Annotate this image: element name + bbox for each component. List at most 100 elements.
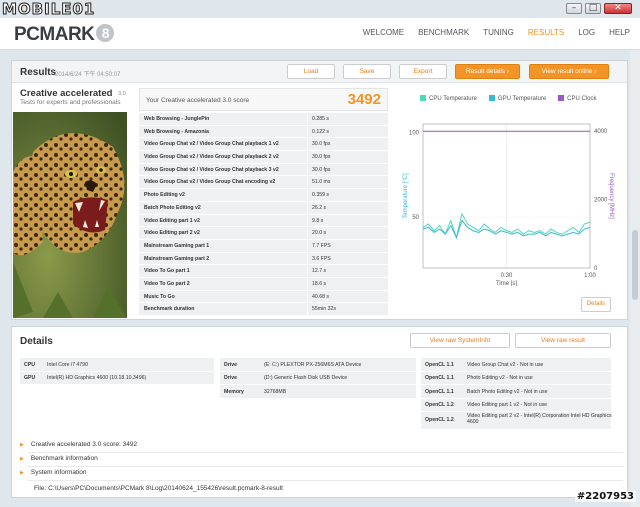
divider [28, 452, 623, 453]
expander-item[interactable]: ▶ Creative accelerated 3.0 score: 3492 [20, 441, 137, 448]
result-name: Video Group Chat v2 / Video Group Chat p… [144, 154, 279, 161]
row-divider [307, 176, 308, 189]
result-row: Video Editing part 2 v2 20.0 s [139, 227, 388, 240]
result-name: Video Group Chat v2 / Video Group Chat p… [144, 141, 279, 148]
result-file-path: File: C:\Users\PC\Documents\PCMark 8\Log… [34, 485, 283, 492]
result-row: Photo Editing v2 0.359 s [139, 189, 388, 202]
chart-details-button[interactable]: Details [581, 297, 611, 312]
nav-help[interactable]: HELP [609, 28, 630, 37]
details-value: Video Editing part 1 v2 - Not in use [467, 402, 548, 408]
pcmark-window: MOBILE01 – □ ✕ PCMARK 8 WELCOME BENCHMARK T… [0, 0, 640, 507]
details-key: Drive [224, 375, 237, 381]
maximize-button[interactable]: □ [585, 3, 601, 14]
view-raw-systeminfo-button[interactable]: View raw SystemInfo [410, 333, 510, 348]
result-row: Video Group Chat v2 / Video Group Chat p… [139, 151, 388, 164]
corner-tag: #2207953 [574, 491, 636, 502]
result-value: 12.7 s [312, 268, 327, 275]
result-details-button[interactable]: Result details › [455, 64, 520, 79]
view-raw-result-button[interactable]: View raw result [515, 333, 611, 348]
legend-swatch [558, 95, 565, 101]
result-value: 55min 32s [312, 306, 336, 313]
watermark: MOBILE01 [2, 0, 96, 19]
expander-item[interactable]: ▶ Benchmark information [20, 455, 98, 462]
legend-label: CPU Clock [567, 96, 597, 102]
details-value: Video Group Chat v2 - Not in use [467, 361, 544, 368]
row-divider [307, 277, 308, 290]
test-subtitle: Tests for experts and professionals [20, 99, 121, 106]
details-value: (D:) Generic Flash Disk USB Device [264, 375, 348, 381]
result-row: Music To Go 40.68 s [139, 290, 388, 304]
minimize-button[interactable]: – [566, 3, 582, 14]
details-key: GPU [24, 375, 36, 381]
legend-item[interactable]: CPU Temperature [420, 95, 477, 102]
row-divider [307, 252, 308, 265]
scrollbar[interactable] [630, 50, 640, 507]
result-row: Video To Go part 1 12.7 s [139, 265, 388, 278]
details-row: OpenCL 1.1 Photo Editing v2 - Not in use [421, 371, 611, 384]
y-tick-label: 100 [409, 130, 420, 136]
details-key: OpenCL 1.1 [425, 361, 454, 368]
result-row: Video Editing part 1 v2 9.8 s [139, 214, 388, 228]
view-result-online-button[interactable]: View result online › [529, 64, 609, 79]
load-button[interactable]: Load [287, 64, 335, 79]
result-row: Mainstream Gaming part 2 3.6 FPS [139, 252, 388, 266]
logo-text: PCMARK [14, 24, 95, 45]
chart-legend: CPU Temperature GPU Temperature CPU Clock [420, 95, 597, 102]
x-tick-label: 1:00 [584, 273, 596, 279]
result-name: Video Group Chat v2 / Video Group Chat e… [144, 179, 276, 186]
result-name: Video Editing part 1 v2 [144, 217, 200, 224]
expand-arrow-icon: ▶ [20, 442, 24, 448]
nav-results[interactable]: RESULTS [528, 28, 564, 37]
row-divider [307, 201, 308, 214]
nav-log[interactable]: LOG [578, 28, 595, 37]
result-row: Benchmark duration 55min 32s [139, 303, 388, 316]
legend-swatch [488, 95, 495, 101]
result-row: Video Group Chat v2 / Video Group Chat p… [139, 163, 388, 177]
result-name: Mainstream Gaming part 2 [144, 255, 210, 262]
details-value: Photo Editing v2 - Not in use [467, 375, 533, 381]
row-divider [307, 265, 308, 277]
result-name: Batch Photo Editing v2 [144, 204, 201, 211]
result-value: 26.2 s [312, 204, 327, 211]
result-name: Benchmark duration [144, 306, 195, 313]
expander-label: Creative accelerated 3.0 score: 3492 [30, 441, 138, 448]
result-value: 0.285 s [312, 116, 330, 122]
scrollbar-thumb[interactable] [632, 230, 638, 300]
details-value: Intel Core i7 4790 [47, 361, 88, 368]
details-key: CPU [24, 361, 35, 368]
result-name: Video Group Chat v2 / Video Group Chat p… [144, 166, 279, 173]
details-value: Batch Photo Editing v2 - Not in use [467, 388, 548, 395]
result-row: Web Browsing - Amazonia 0.122 s [139, 125, 388, 139]
y2-tick-label: 4000 [594, 129, 608, 135]
y2-axis-label: Frequency [MHz] [608, 173, 614, 219]
nav-benchmark[interactable]: BENCHMARK [418, 28, 469, 37]
details-key: Drive [224, 361, 237, 368]
details-row: OpenCL 1.1 Video Group Chat v2 - Not in u… [421, 358, 611, 371]
row-divider [307, 189, 308, 201]
legend-item[interactable]: GPU Temperature [488, 95, 546, 102]
row-divider [307, 113, 308, 125]
nav-welcome[interactable]: WELCOME [363, 28, 404, 37]
close-button[interactable]: ✕ [604, 3, 632, 14]
result-value: 7.7 FPS [312, 242, 331, 249]
details-key: OpenCL 1.1 [425, 375, 454, 381]
result-value: 30.0 fps [312, 141, 331, 148]
result-name: Video To Go part 2 [144, 280, 190, 287]
details-row: OpenCL 1.2 Video Editing part 1 v2 - Not … [421, 398, 611, 411]
score-label: Your Creative accelerated 3.0 score [146, 97, 250, 104]
result-row: Batch Photo Editing v2 26.2 s [139, 201, 388, 215]
details-row: Drive (D:) Generic Flash Disk USB Device [220, 371, 416, 384]
expander-item[interactable]: ▶ System information [20, 469, 87, 476]
export-button[interactable]: Export [399, 64, 447, 79]
monitoring-chart: 100 50 4000 2000 0 0:30 1:00 Time [s] Temperatur… [403, 123, 614, 286]
nav-tuning[interactable]: TUNING [483, 28, 514, 37]
expander-label: System information [30, 469, 87, 476]
main-nav: WELCOME BENCHMARK TUNING RESULTS LOG HELP [363, 28, 630, 37]
pcmark-logo: PCMARK 8 [14, 24, 115, 46]
save-button[interactable]: Save [343, 64, 391, 79]
details-value: 32768MB [264, 388, 287, 395]
result-value: 30.0 fps [312, 166, 331, 173]
legend-item[interactable]: CPU Clock [558, 95, 597, 102]
row-divider [307, 151, 308, 163]
row-divider [307, 214, 308, 227]
